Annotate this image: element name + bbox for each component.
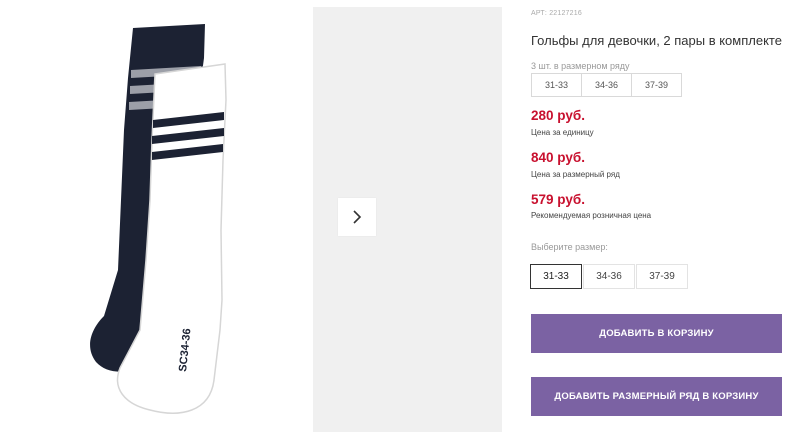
size-row-chip: 37-39 <box>631 73 682 97</box>
retail-price-label: Рекомендуемая розничная цена <box>531 211 652 220</box>
unit-price: 280 руб. <box>531 108 585 123</box>
size-option-31-33[interactable]: 31-33 <box>530 264 582 289</box>
row-price-label: Цена за размерный ряд <box>531 170 620 179</box>
gallery-next-button[interactable] <box>338 198 376 236</box>
row-price: 840 руб. <box>531 150 585 165</box>
socks-illustration: SC34-36 <box>90 24 227 414</box>
size-selector: 31-33 34-36 37-39 <box>530 264 689 289</box>
size-option-37-39[interactable]: 37-39 <box>636 264 688 289</box>
size-row-list: 31-33 34-36 37-39 <box>531 73 682 97</box>
chevron-right-icon <box>353 210 362 224</box>
product-sku: АРТ: 22127216 <box>531 10 582 17</box>
unit-price-label: Цена за единицу <box>531 128 594 137</box>
size-row-chip: 34-36 <box>581 73 632 97</box>
product-title: Гольфы для девочки, 2 пары в комплекте <box>531 33 782 48</box>
add-size-row-to-cart-button[interactable]: ДОБАВИТЬ РАЗМЕРНЫЙ РЯД В КОРЗИНУ <box>531 377 782 416</box>
size-row-hint: 3 шт. в размерном ряду <box>531 61 630 71</box>
size-row-chip: 31-33 <box>531 73 582 97</box>
retail-price: 579 руб. <box>531 192 585 207</box>
add-to-cart-button[interactable]: ДОБАВИТЬ В КОРЗИНУ <box>531 314 782 353</box>
size-option-34-36[interactable]: 34-36 <box>583 264 635 289</box>
product-image[interactable]: SC34-36 <box>0 0 312 432</box>
size-select-label: Выберите размер: <box>531 242 608 252</box>
